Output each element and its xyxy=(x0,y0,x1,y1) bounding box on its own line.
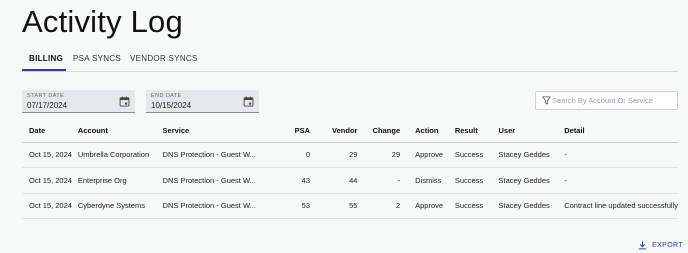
cell-result: Success xyxy=(454,167,499,194)
start-date-field[interactable]: START DATE 07/17/2024 xyxy=(22,90,135,113)
end-date-value[interactable]: 10/15/2024 xyxy=(151,101,191,110)
cell-vendor: 44 xyxy=(310,167,358,194)
cell-user: Stacey Geddes xyxy=(498,193,565,219)
cell-vendor: 55 xyxy=(310,193,358,219)
export-button[interactable]: EXPORT xyxy=(638,241,683,250)
page-title: Activity Log xyxy=(22,4,183,39)
cell-account: Cyberdyne Systems xyxy=(77,193,163,219)
cell-service: DNS Protection - Guest W... xyxy=(162,193,256,219)
cell-detail: - xyxy=(564,142,678,168)
cell-action: Dismiss xyxy=(400,167,455,194)
end-date-label: END DATE xyxy=(151,93,182,99)
cell-vendor: 29 xyxy=(310,142,358,168)
tab-bar: BILLING PSA SYNCS VENDOR SYNCS xyxy=(22,50,678,72)
cell-change: - xyxy=(357,167,401,194)
table-header-row: Date Account Service PSA Vendor Change A… xyxy=(22,120,678,143)
download-icon xyxy=(638,241,647,250)
cell-detail: Contract line updated successfully xyxy=(564,193,678,219)
column-header-user[interactable]: User xyxy=(498,120,565,143)
cell-change: 29 xyxy=(357,142,401,168)
column-header-date[interactable]: Date xyxy=(22,120,78,143)
cell-date: Oct 15, 2024 xyxy=(22,167,78,194)
column-header-detail[interactable]: Detail xyxy=(564,120,678,143)
cell-action: Approve xyxy=(400,142,455,168)
cell-user: Stacey Geddes xyxy=(498,167,565,194)
cell-date: Oct 15, 2024 xyxy=(22,142,78,168)
search-input[interactable] xyxy=(552,94,674,107)
cell-psa: 0 xyxy=(255,142,310,168)
cell-change: 2 xyxy=(357,193,401,219)
cell-user: Stacey Geddes xyxy=(498,142,565,168)
cell-psa: 53 xyxy=(255,193,310,219)
filter-icon xyxy=(542,96,551,105)
column-header-action[interactable]: Action xyxy=(400,120,455,143)
cell-date: Oct 15, 2024 xyxy=(22,193,78,219)
cell-psa: 43 xyxy=(255,167,310,194)
cell-result: Success xyxy=(454,193,499,219)
table-row[interactable]: Oct 15, 2024 Enterprise Org DNS Protecti… xyxy=(22,167,678,194)
tab-psa-syncs[interactable]: PSA SYNCS xyxy=(73,54,121,63)
cell-service: DNS Protection - Guest W... xyxy=(162,167,256,194)
column-header-psa[interactable]: PSA xyxy=(255,120,310,143)
table-row[interactable]: Oct 15, 2024 Cyberdyne Systems DNS Prote… xyxy=(22,193,678,219)
tab-vendor-syncs[interactable]: VENDOR SYNCS xyxy=(130,54,198,63)
cell-result: Success xyxy=(454,142,499,168)
end-date-field[interactable]: END DATE 10/15/2024 xyxy=(146,90,259,113)
cell-account: Umbrella Corporation xyxy=(77,142,163,168)
cell-action: Approve xyxy=(400,193,455,219)
cell-service: DNS Protection - Guest W... xyxy=(162,142,256,168)
column-header-result[interactable]: Result xyxy=(454,120,499,143)
search-box[interactable] xyxy=(535,91,678,110)
column-header-account[interactable]: Account xyxy=(77,120,163,143)
tab-billing[interactable]: BILLING xyxy=(29,54,63,63)
active-tab-indicator xyxy=(22,69,66,71)
cell-detail: - xyxy=(564,167,678,194)
calendar-icon[interactable] xyxy=(119,96,130,107)
table-row[interactable]: Oct 15, 2024 Umbrella Corporation DNS Pr… xyxy=(22,142,678,168)
start-date-value[interactable]: 07/17/2024 xyxy=(27,101,67,110)
calendar-icon[interactable] xyxy=(243,96,254,107)
start-date-label: START DATE xyxy=(27,93,65,99)
column-header-service[interactable]: Service xyxy=(162,120,256,143)
export-label: EXPORT xyxy=(652,242,684,249)
cell-account: Enterprise Org xyxy=(77,167,163,194)
column-header-vendor[interactable]: Vendor xyxy=(310,120,358,143)
column-header-change[interactable]: Change xyxy=(357,120,401,143)
activity-table: Date Account Service PSA Vendor Change A… xyxy=(22,120,678,219)
